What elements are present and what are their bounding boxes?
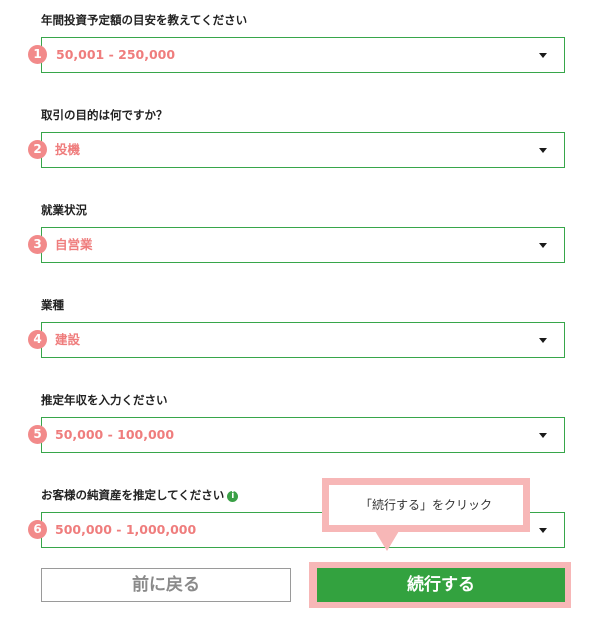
step-badge-6: 6 — [28, 520, 47, 539]
select-value: 自営業 — [55, 237, 93, 252]
field-label-text: お客様の純資産を推定してください — [41, 488, 225, 502]
select-value: 50,000 - 100,000 — [55, 427, 175, 442]
trading-purpose-select[interactable]: 投機 — [41, 132, 565, 168]
step-badge-5: 5 — [28, 425, 47, 444]
select-value: 500,000 - 1,000,000 — [55, 522, 197, 537]
continue-button[interactable]: 続行する — [317, 568, 565, 602]
callout-tooltip: 「続行する」をクリック — [322, 478, 530, 532]
industry-select[interactable]: 建設 — [41, 322, 565, 358]
select-value: 投機 — [55, 142, 81, 157]
annual-income-select[interactable]: 50,000 - 100,000 — [41, 417, 565, 453]
field-label-annual-investment: 年間投資予定額の目安を教えてください — [41, 13, 248, 27]
caret-down-icon — [539, 528, 547, 533]
field-label-net-worth: お客様の純資産を推定してください i — [41, 488, 239, 502]
caret-down-icon — [539, 243, 547, 248]
field-label-annual-income: 推定年収を入力ください — [41, 393, 168, 407]
caret-down-icon — [539, 53, 547, 58]
step-badge-2: 2 — [28, 140, 47, 159]
info-icon[interactable]: i — [227, 491, 239, 502]
caret-down-icon — [539, 433, 547, 438]
back-button[interactable]: 前に戻る — [41, 568, 291, 602]
employment-status-select[interactable]: 自営業 — [41, 227, 565, 263]
select-value: 50,001 - 250,000 — [56, 47, 176, 62]
step-badge-4: 4 — [28, 330, 47, 349]
caret-down-icon — [539, 338, 547, 343]
callout-pointer — [375, 531, 399, 551]
field-label-employment-status: 就業状況 — [41, 203, 87, 217]
caret-down-icon — [539, 148, 547, 153]
step-badge-3: 3 — [28, 235, 47, 254]
field-label-industry: 業種 — [41, 298, 64, 312]
annual-investment-select[interactable]: 50,001 - 250,000 — [41, 37, 565, 73]
callout-text: 「続行する」をクリック — [329, 485, 523, 525]
field-label-trading-purpose: 取引の目的は何ですか？ — [41, 108, 168, 122]
select-value: 建設 — [55, 332, 81, 347]
step-badge-1: 1 — [28, 45, 47, 64]
